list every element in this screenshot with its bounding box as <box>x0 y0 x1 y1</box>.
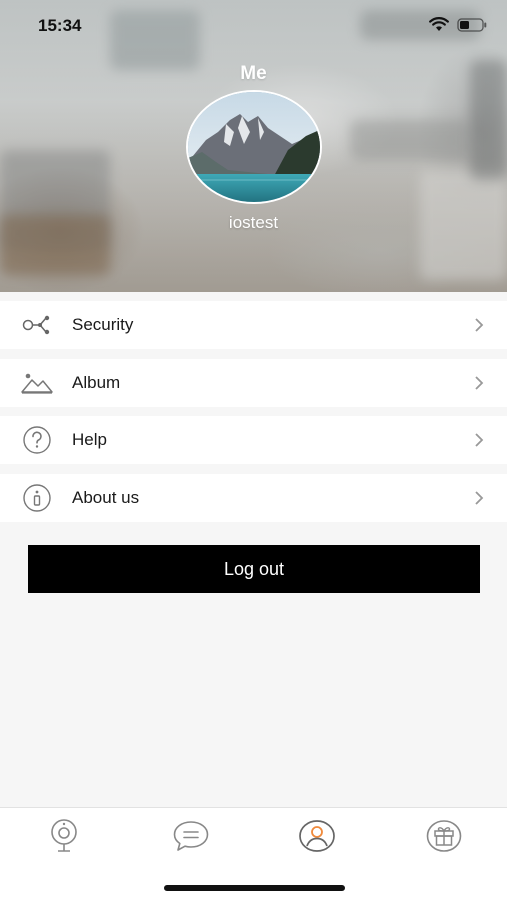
avatar[interactable] <box>186 90 322 204</box>
mountain-lake-photo <box>188 92 320 202</box>
battery-icon <box>457 17 487 37</box>
logout-button[interactable]: Log out <box>28 545 480 593</box>
chevron-right-icon <box>471 490 487 506</box>
menu-item-label: Album <box>72 373 121 392</box>
home-indicator <box>164 885 345 891</box>
menu-item-album[interactable]: Album <box>0 359 507 407</box>
tab-messages[interactable] <box>171 818 211 858</box>
status-time: 15:34 <box>38 16 82 35</box>
chevron-right-icon <box>471 317 487 333</box>
menu-item-label: Security <box>72 315 134 334</box>
share-nodes-icon <box>20 311 54 339</box>
menu-item-label: Help <box>72 430 107 449</box>
gift-icon <box>426 819 462 858</box>
status-icons <box>429 17 487 37</box>
tab-camera[interactable] <box>44 818 84 858</box>
message-icon <box>172 819 210 858</box>
menu-item-about-us[interactable]: About us <box>0 474 507 522</box>
tab-me[interactable] <box>297 818 337 858</box>
status-bar: 15:34 <box>0 0 507 52</box>
question-circle-icon <box>20 426 54 454</box>
wifi-icon <box>429 17 449 37</box>
user-icon <box>298 819 336 858</box>
page-title: Me <box>240 63 267 84</box>
menu-item-security[interactable]: Security <box>0 301 507 349</box>
menu-item-label: About us <box>72 488 140 507</box>
username: iostest <box>228 213 279 232</box>
background-blur-shape <box>0 150 110 250</box>
info-circle-icon <box>20 484 54 512</box>
tab-gift[interactable] <box>424 818 464 858</box>
menu-item-help[interactable]: Help <box>0 416 507 464</box>
chevron-right-icon <box>471 375 487 391</box>
camera-icon <box>47 818 81 859</box>
mountain-image-icon <box>20 369 54 397</box>
chevron-right-icon <box>471 432 487 448</box>
background-blur-shape <box>350 120 470 160</box>
